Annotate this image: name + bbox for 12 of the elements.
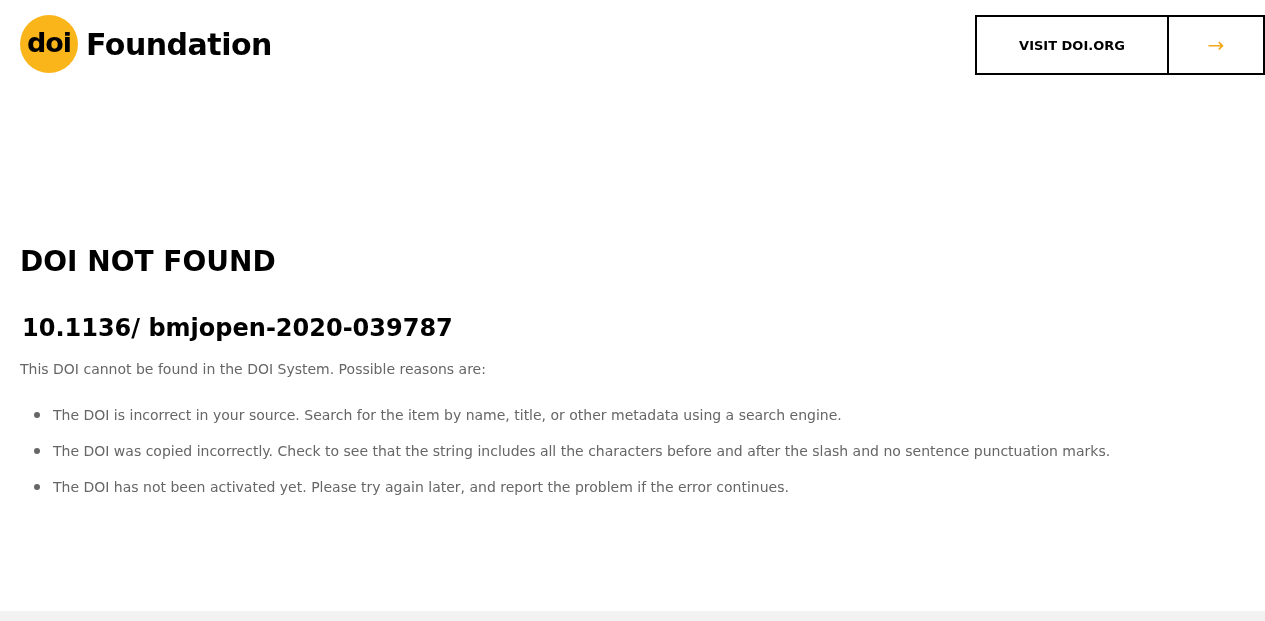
intro-text: This DOI cannot be found in the DOI System. Possible reasons are: (20, 360, 487, 379)
bullet-icon (34, 412, 40, 418)
reason-text: The DOI is incorrect in your source. Search for the item by name, title, or other metadata using a search engine. (53, 406, 842, 425)
reason-text: The DOI has not been activated yet. Please try again later, and report the problem if the error continues. (53, 478, 789, 497)
page-title: DOI NOT FOUND (20, 245, 277, 279)
doi-heading: 10.1136/ bmjopen-2020-039787 (22, 313, 454, 343)
logo-text: Foundation (86, 26, 272, 62)
bullet-icon (34, 448, 40, 454)
bullet-icon (34, 484, 40, 490)
logo-mark[interactable]: doi (20, 15, 78, 73)
reason-text: The DOI was copied incorrectly. Check to see that the string includes all the characters before and after the slash and no sentence punctuation marks. (53, 442, 1111, 461)
visit-link-button[interactable]: VISIT DOI.ORG (975, 15, 1169, 75)
